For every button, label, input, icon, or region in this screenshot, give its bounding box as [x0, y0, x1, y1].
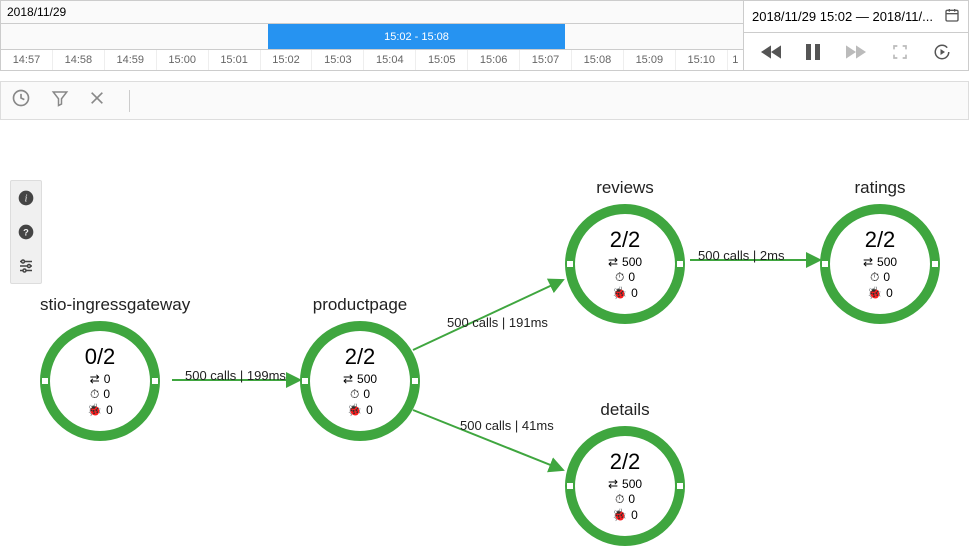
- node-label: ratings: [820, 178, 940, 198]
- node-gateway[interactable]: stio-ingressgateway 0/2 ⇄0 ⏱0 🐞0: [40, 295, 190, 441]
- node-reviews[interactable]: reviews 2/2 ⇄500 ⏱0 🐞0: [565, 178, 685, 324]
- edge-label: 500 calls | 41ms: [460, 418, 554, 433]
- toolbar-divider: [129, 90, 130, 112]
- node-ratio: 2/2: [865, 227, 896, 253]
- node-latency: 0: [628, 270, 635, 286]
- timeline-tick: 15:04: [364, 50, 416, 70]
- edge-label: 500 calls | 199ms: [185, 368, 286, 383]
- node-calls: 500: [622, 255, 642, 271]
- node-ratio: 0/2: [85, 344, 116, 370]
- node-calls: 500: [877, 255, 897, 271]
- timeline-band[interactable]: 15:02 - 15:08: [1, 24, 743, 50]
- timeline-tick: 14:57: [1, 50, 53, 70]
- node-ratio: 2/2: [610, 227, 641, 253]
- rewind-button[interactable]: [761, 44, 781, 60]
- timeline-tick: 14:59: [105, 50, 157, 70]
- timeline-tick: 15:02: [261, 50, 313, 70]
- node-errors: 0: [366, 403, 373, 419]
- fullscreen-button[interactable]: [892, 44, 908, 60]
- service-graph[interactable]: 500 calls | 199ms 500 calls | 191ms 500 …: [0, 120, 969, 560]
- timeline-ticks: 14:57 14:58 14:59 15:00 15:01 15:02 15:0…: [1, 50, 743, 70]
- filter-icon[interactable]: [51, 89, 69, 112]
- node-label: reviews: [565, 178, 685, 198]
- node-ratio: 2/2: [345, 344, 376, 370]
- node-calls: 0: [104, 372, 111, 388]
- timeline-container: 2018/11/29 15:02 - 15:08 14:57 14:58 14:…: [0, 0, 969, 71]
- timeline-tick: 15:08: [572, 50, 624, 70]
- timeline-tick: 15:05: [416, 50, 468, 70]
- timer-icon: ⏱: [350, 387, 359, 403]
- timer-icon: ⏱: [870, 270, 879, 286]
- calls-icon: ⇄: [608, 255, 618, 271]
- node-latency: 0: [628, 492, 635, 508]
- calls-icon: ⇄: [863, 255, 873, 271]
- timeline-tick: 15:10: [676, 50, 728, 70]
- forward-button[interactable]: [846, 44, 866, 60]
- timeline-tick: 15:06: [468, 50, 520, 70]
- timeline-tick: 15:09: [624, 50, 676, 70]
- edge-label: 500 calls | 2ms: [698, 248, 784, 263]
- bug-icon: 🐞: [612, 286, 627, 302]
- timeline-tick: 1: [728, 50, 743, 70]
- bug-icon: 🐞: [612, 508, 627, 524]
- pause-button[interactable]: [806, 44, 820, 60]
- timeline-tick: 15:03: [312, 50, 364, 70]
- calls-icon: ⇄: [343, 372, 353, 388]
- bug-icon: 🐞: [87, 403, 102, 419]
- timeline-tick: 15:00: [157, 50, 209, 70]
- node-label: details: [565, 400, 685, 420]
- node-ratings[interactable]: ratings 2/2 ⇄500 ⏱0 🐞0: [820, 178, 940, 324]
- node-errors: 0: [631, 508, 638, 524]
- node-latency: 0: [103, 387, 110, 403]
- live-button[interactable]: [933, 43, 951, 61]
- node-errors: 0: [886, 286, 893, 302]
- calls-icon: ⇄: [608, 477, 618, 493]
- node-label: productpage: [300, 295, 420, 315]
- calls-icon: ⇄: [90, 372, 100, 388]
- bug-icon: 🐞: [347, 403, 362, 419]
- close-icon[interactable]: [89, 90, 105, 111]
- calendar-icon[interactable]: [944, 7, 960, 26]
- bug-icon: 🐞: [867, 286, 882, 302]
- timeline-tick: 15:01: [209, 50, 261, 70]
- node-label: stio-ingressgateway: [40, 295, 190, 315]
- timer-icon: ⏱: [615, 492, 624, 508]
- time-range-display[interactable]: 2018/11/29 15:02 — 2018/11/...: [744, 1, 968, 33]
- edge-label: 500 calls | 191ms: [447, 315, 548, 330]
- node-calls: 500: [357, 372, 377, 388]
- time-range-text: 2018/11/29 15:02 — 2018/11/...: [752, 9, 933, 24]
- timeline-selection[interactable]: 15:02 - 15:08: [268, 24, 565, 49]
- node-ratio: 2/2: [610, 449, 641, 475]
- node-latency: 0: [883, 270, 890, 286]
- timeline-date: 2018/11/29: [1, 1, 743, 24]
- timeline-tick: 15:07: [520, 50, 572, 70]
- node-errors: 0: [631, 286, 638, 302]
- node-productpage[interactable]: productpage 2/2 ⇄500 ⏱0 🐞0: [300, 295, 420, 441]
- clock-icon[interactable]: [11, 88, 31, 113]
- node-errors: 0: [106, 403, 113, 419]
- timer-icon: ⏱: [615, 270, 624, 286]
- timer-icon: ⏱: [90, 387, 99, 403]
- node-latency: 0: [363, 387, 370, 403]
- graph-toolbar: [0, 81, 969, 120]
- node-details[interactable]: details 2/2 ⇄500 ⏱0 🐞0: [565, 400, 685, 546]
- node-calls: 500: [622, 477, 642, 493]
- timeline-tick: 14:58: [53, 50, 105, 70]
